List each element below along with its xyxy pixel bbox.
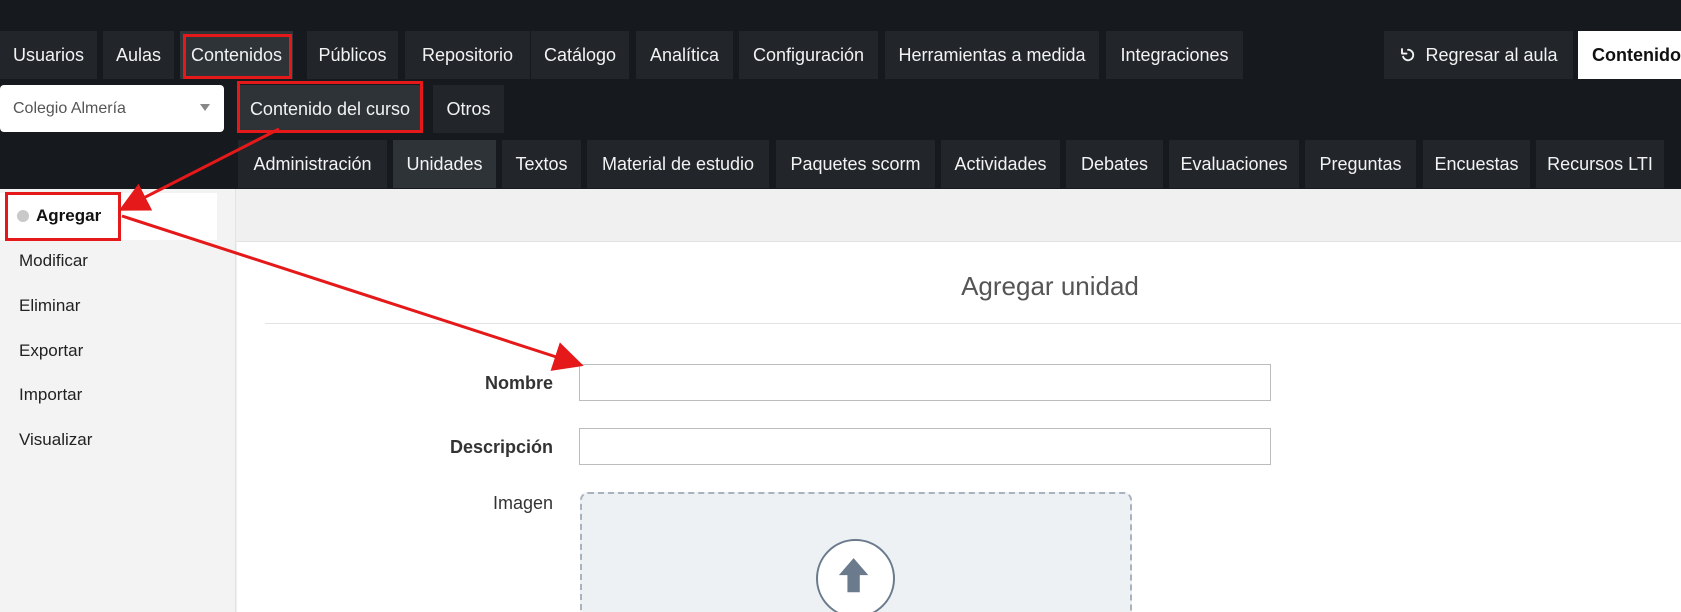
tab-recursos-lti[interactable]: Recursos LTI: [1536, 140, 1664, 188]
top-strip: [0, 0, 1681, 30]
nav-contenido-del-curso[interactable]: Contenido del curso: [238, 85, 422, 133]
return-to-classroom-button[interactable]: Regresar al aula: [1384, 31, 1573, 79]
tab-unidades[interactable]: Unidades: [393, 140, 496, 188]
nav-configuracion[interactable]: Configuración: [739, 31, 878, 79]
sidebar-item-modificar[interactable]: Modificar: [19, 251, 88, 271]
tab-administracion[interactable]: Administración: [238, 140, 387, 188]
nav-catalogo[interactable]: Catálogo: [531, 31, 629, 79]
description-input[interactable]: [579, 428, 1271, 465]
main-toolbar-area: [237, 189, 1681, 242]
undo-icon: [1401, 48, 1415, 62]
nav-otros[interactable]: Otros: [433, 85, 504, 133]
nav-analitica[interactable]: Analítica: [636, 31, 733, 79]
tab-textos[interactable]: Textos: [502, 140, 581, 188]
name-input[interactable]: [579, 364, 1271, 401]
tab-encuestas[interactable]: Encuestas: [1423, 140, 1530, 188]
tab-preguntas[interactable]: Preguntas: [1305, 140, 1416, 188]
chevron-down-icon: [200, 104, 210, 111]
tab-actividades[interactable]: Actividades: [941, 140, 1060, 188]
contenidos-right-button[interactable]: Contenidos: [1578, 31, 1681, 79]
sidebar-item-agregar[interactable]: Agregar: [36, 206, 101, 226]
school-select-value: Colegio Almería: [13, 99, 126, 117]
upload-arrow-icon: [838, 558, 869, 593]
page-title: Agregar unidad: [961, 271, 1139, 301]
nav-usuarios[interactable]: Usuarios: [0, 31, 97, 79]
description-label: Descripción: [449, 437, 553, 457]
sidebar-item-visualizar[interactable]: Visualizar: [19, 430, 92, 450]
nav-repositorio[interactable]: Repositorio: [405, 31, 530, 79]
title-divider: [265, 323, 1681, 324]
nav-contenidos[interactable]: Contenidos: [180, 31, 293, 79]
return-label: Regresar al aula: [1425, 44, 1558, 65]
tab-debates[interactable]: Debates: [1066, 140, 1163, 188]
tab-material-de-estudio[interactable]: Material de estudio: [587, 140, 769, 188]
upload-button[interactable]: [816, 539, 895, 612]
name-label: Nombre: [484, 373, 553, 393]
sidebar-item-eliminar[interactable]: Eliminar: [19, 296, 80, 316]
sidebar-item-exportar[interactable]: Exportar: [19, 341, 83, 361]
nav-publicos[interactable]: Públicos: [307, 31, 398, 79]
tab-paquetes-scorm[interactable]: Paquetes scorm: [776, 140, 935, 188]
tab-evaluaciones[interactable]: Evaluaciones: [1169, 140, 1299, 188]
sidebar-active-background: [0, 193, 217, 240]
active-dot-icon: [17, 210, 29, 222]
sidebar-item-importar[interactable]: Importar: [19, 385, 82, 405]
nav-integraciones[interactable]: Integraciones: [1106, 31, 1243, 79]
image-label: Imagen: [492, 493, 553, 513]
school-select[interactable]: Colegio Almería: [0, 85, 224, 132]
nav-herramientas-a-medida[interactable]: Herramientas a medida: [885, 31, 1099, 79]
nav-aulas[interactable]: Aulas: [103, 31, 174, 79]
